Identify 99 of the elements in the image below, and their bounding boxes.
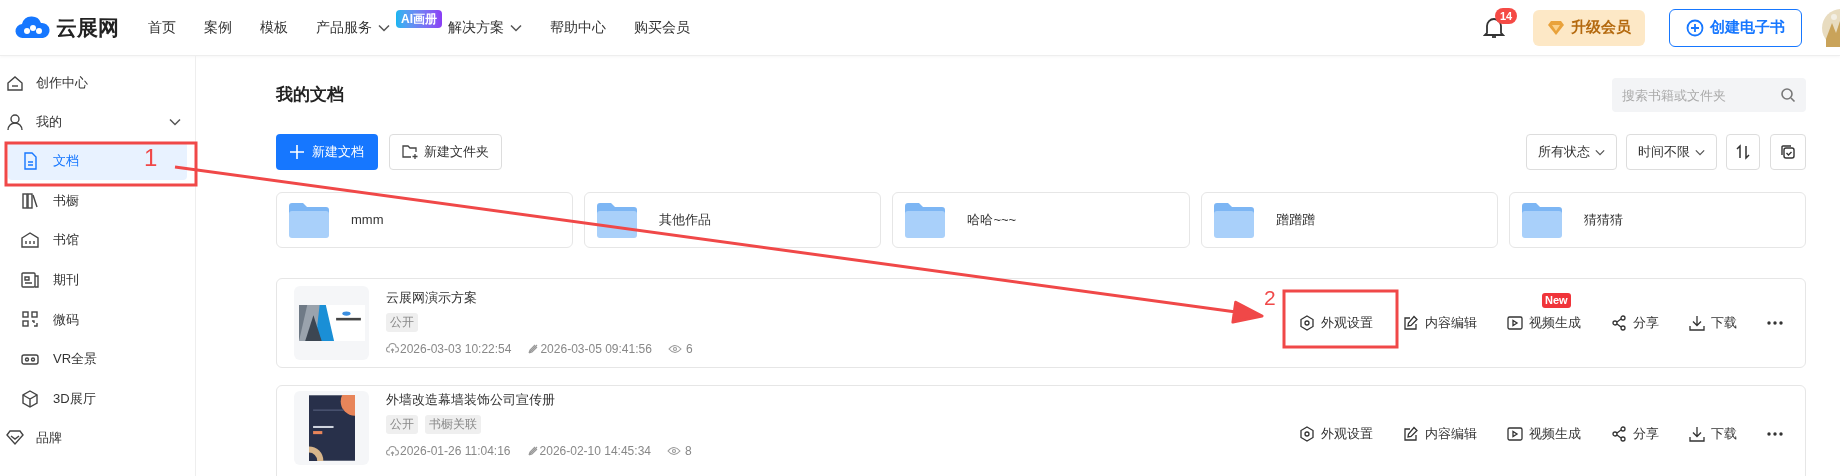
- action-button[interactable]: 分享: [1611, 313, 1659, 333]
- new-badge: New: [1542, 293, 1571, 309]
- download-icon: [1689, 425, 1705, 442]
- sidebar-item[interactable]: 期刊: [8, 260, 187, 299]
- edit-icon: [526, 445, 539, 457]
- batch-select-button[interactable]: [1770, 134, 1806, 170]
- modified-time: 2026-02-10 14:45:34: [539, 443, 651, 460]
- eye-icon: [667, 446, 681, 456]
- filter-dropdown[interactable]: 所有状态: [1526, 134, 1617, 170]
- annotation-number: 1: [144, 146, 158, 170]
- ai-badge: AI画册: [396, 10, 442, 28]
- document-card[interactable]: 外墙改造幕墙装饰公司宣传册 公开 书橱关联 2026-01-26 11:04:16 2026-02-10 14:45:34 8 外观设置 内容编辑 视频生成 分享 下载: [276, 385, 1806, 476]
- nav-link[interactable]: 解决方案: [448, 17, 522, 38]
- add-folder-icon: [402, 145, 418, 159]
- hexagon-settings-icon: [1299, 425, 1315, 442]
- pencil-square-icon: [1403, 315, 1419, 331]
- action-button[interactable]: 外观设置: [1299, 313, 1373, 333]
- folder-icon: [1213, 202, 1254, 238]
- video-play-icon: [1507, 425, 1523, 442]
- status-tag: 书橱关联: [425, 415, 481, 434]
- action-button[interactable]: 分享: [1611, 424, 1659, 444]
- folder-icon: [905, 202, 946, 238]
- folder-icon: [1521, 202, 1562, 238]
- filter-dropdown[interactable]: 时间不限: [1626, 134, 1717, 170]
- nav-link[interactable]: 购买会员: [634, 17, 690, 38]
- view-count: 6: [685, 340, 693, 358]
- document-icon: [21, 152, 39, 170]
- chevron-down-icon: [1595, 148, 1605, 156]
- cube-icon: [21, 389, 39, 408]
- sidebar-item[interactable]: VR全景: [8, 339, 187, 378]
- action-button[interactable]: 下载: [1689, 313, 1737, 333]
- plus-circle-icon: [1686, 18, 1704, 37]
- created-time: 2026-03-03 10:22:54: [400, 340, 512, 358]
- sidebar-item[interactable]: 3D展厅: [8, 379, 187, 418]
- action-button[interactable]: 视频生成: [1507, 313, 1581, 333]
- folder-card[interactable]: 猜猜猜: [1508, 192, 1806, 248]
- nav-link[interactable]: 案例: [204, 17, 232, 38]
- share-icon: [1611, 425, 1627, 442]
- eye-icon: [667, 343, 682, 354]
- user-icon: [6, 113, 24, 131]
- sidebar-item[interactable]: 我的: [0, 103, 195, 141]
- sidebar-item[interactable]: 微码: [8, 300, 187, 339]
- action-button[interactable]: 外观设置: [1299, 424, 1373, 444]
- cloud-logo-icon: [14, 15, 52, 40]
- cloud-upload-icon: [386, 445, 399, 457]
- status-tag: 公开: [386, 312, 418, 332]
- sort-icon: [1735, 144, 1751, 160]
- document-title: 外墙改造幕墙装饰公司宣传册: [386, 391, 556, 409]
- more-icon[interactable]: [1767, 431, 1783, 436]
- document-title: 云展网演示方案: [386, 288, 478, 307]
- new-folder-button[interactable]: 新建文件夹: [389, 134, 502, 170]
- folder-card[interactable]: 蹭蹭蹭: [1200, 192, 1498, 248]
- chevron-down-icon: [1695, 148, 1705, 156]
- pencil-square-icon: [1403, 425, 1419, 442]
- plus-icon: [290, 145, 304, 159]
- action-button[interactable]: 下载: [1689, 424, 1737, 444]
- sort-button[interactable]: [1726, 134, 1760, 170]
- bookshelf-icon: [21, 191, 39, 210]
- new-document-button[interactable]: 新建文档: [276, 134, 378, 170]
- nav-link[interactable]: 帮助中心: [550, 17, 606, 38]
- notification-count: 14: [1495, 7, 1518, 24]
- created-time: 2026-01-26 11:04:16: [400, 443, 511, 460]
- share-icon: [1611, 315, 1627, 331]
- sidebar-item[interactable]: 品牌: [0, 419, 195, 458]
- library-icon: [21, 231, 39, 250]
- logo-text: 云展网: [56, 14, 119, 41]
- folder-icon: [289, 202, 329, 238]
- action-button[interactable]: 内容编辑: [1403, 313, 1477, 333]
- search-icon: [1780, 87, 1796, 103]
- create-ebook-button[interactable]: 创建电子书: [1669, 8, 1802, 47]
- nav-link[interactable]: 首页: [148, 17, 176, 38]
- checklist-icon: [1780, 144, 1796, 160]
- folder-card[interactable]: mmm: [276, 192, 574, 248]
- action-button[interactable]: 内容编辑: [1403, 424, 1477, 444]
- nav-link[interactable]: 产品服务: [316, 17, 390, 38]
- qr-code-icon: [21, 310, 39, 329]
- more-icon[interactable]: [1767, 321, 1783, 325]
- diamond-icon: [1547, 19, 1565, 36]
- magazine-icon: [21, 270, 39, 289]
- sidebar-item[interactable]: 书馆: [8, 221, 187, 260]
- edit-icon: [527, 342, 540, 355]
- video-play-icon: [1507, 315, 1523, 331]
- status-tag: 公开: [386, 415, 418, 434]
- nav-link[interactable]: 模板: [260, 17, 288, 38]
- view-count: 8: [685, 443, 692, 460]
- download-icon: [1689, 315, 1705, 331]
- chevron-down-icon: [169, 118, 181, 126]
- page-title: 我的文档: [276, 84, 344, 107]
- sidebar-item[interactable]: 书橱: [8, 181, 187, 220]
- hexagon-settings-icon: [1299, 315, 1315, 331]
- modified-time: 2026-03-05 09:41:56: [540, 340, 652, 358]
- search-field[interactable]: 搜索书籍或文件夹: [1612, 78, 1806, 112]
- annotation-number: 2: [1264, 287, 1276, 308]
- folder-card[interactable]: 哈哈~~~: [892, 192, 1190, 248]
- sidebar-item[interactable]: 创作中心: [0, 64, 195, 102]
- action-button[interactable]: 视频生成: [1507, 424, 1581, 444]
- upgrade-membership-button[interactable]: 升级会员: [1533, 9, 1645, 46]
- cloud-upload-icon: [386, 343, 399, 354]
- home-icon: [6, 74, 24, 92]
